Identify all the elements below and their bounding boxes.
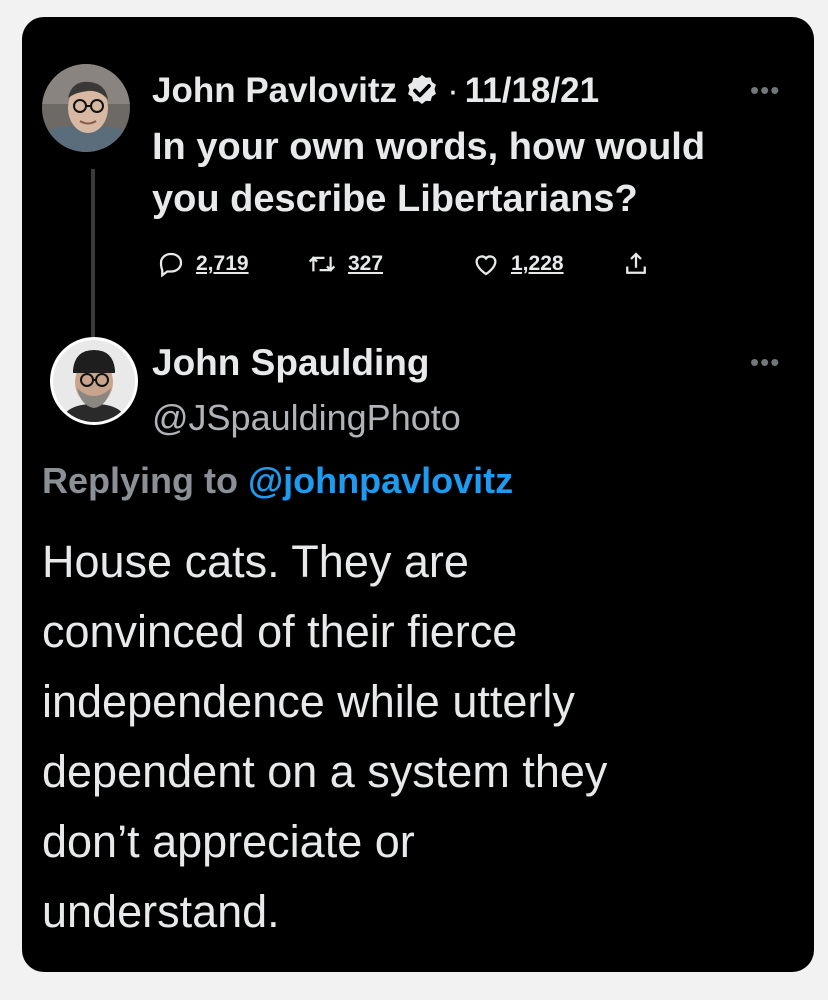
tweet-thread-card: John Pavlovitz · 11/18/21 ••• In your ow… (22, 17, 814, 972)
tweet-actions: 2,719 327 1,228 (156, 244, 651, 284)
more-dots-icon[interactable]: ••• (750, 347, 780, 378)
like-count: 1,228 (511, 252, 564, 275)
replying-to: Replying to @johnpavlovitz (42, 460, 513, 502)
reply-text-line: House cats. They are (42, 536, 469, 587)
replying-label: Replying to (42, 460, 238, 501)
share-icon (626, 252, 646, 274)
reply-icon (159, 252, 183, 278)
tweet-text-line: In your own words, how would (152, 126, 706, 168)
share-button[interactable] (621, 249, 651, 279)
reply-text-line: convinced of their fierce (42, 606, 518, 657)
reply-tweet-text: House cats. They are convinced of their … (42, 527, 802, 947)
reply-button[interactable]: 2,719 (156, 249, 306, 279)
reply-author-handle[interactable]: @JSpauldingPhoto (152, 397, 461, 439)
mention-link[interactable]: @johnpavlovitz (248, 460, 513, 501)
thread-connector-line (91, 169, 95, 337)
retweet-count: 327 (348, 252, 384, 275)
tweet-header: John Pavlovitz · 11/18/21 (152, 69, 599, 113)
avatar-john-pavlovitz[interactable] (42, 64, 130, 152)
reply-count: 2,719 (196, 252, 249, 275)
tweet-text-line: you describe Libertarians? (152, 178, 638, 220)
reply-text-line: independence while utterly (42, 676, 575, 727)
like-button[interactable]: 1,228 (471, 249, 621, 279)
tweet-date[interactable]: 11/18/21 (465, 71, 599, 111)
date-separator: · (447, 71, 459, 110)
retweet-icon (308, 256, 336, 272)
reply-text-line: understand. (42, 886, 280, 937)
reply-author-name[interactable]: John Spaulding (152, 342, 429, 384)
verified-badge-icon (408, 74, 436, 104)
reply-text-line: dependent on a system they (42, 746, 608, 797)
more-dots-icon[interactable]: ••• (750, 75, 780, 106)
retweet-button[interactable]: 327 (306, 249, 471, 279)
heart-icon (475, 255, 497, 276)
avatar-john-spaulding[interactable] (50, 337, 138, 425)
author-name[interactable]: John Pavlovitz (152, 71, 397, 111)
reply-text-line: don’t appreciate or (42, 816, 415, 867)
tweet-text: In your own words, how would you describ… (152, 121, 792, 225)
